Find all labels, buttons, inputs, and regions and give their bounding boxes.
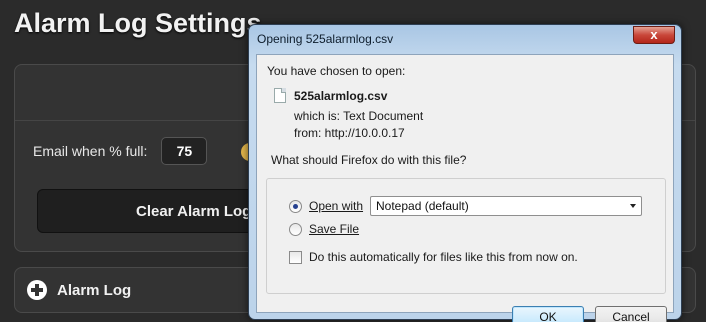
ok-button[interactable]: OK	[512, 306, 584, 322]
file-open-dialog: Opening 525alarmlog.csv x You have chose…	[248, 24, 682, 322]
cancel-button[interactable]: Cancel	[595, 306, 667, 322]
email-threshold-input[interactable]: 75	[161, 137, 208, 165]
dropdown-arrow-icon	[630, 204, 636, 208]
open-with-radio[interactable]	[289, 200, 302, 213]
alarm-log-label: Alarm Log	[57, 281, 132, 299]
save-file-radio[interactable]	[289, 223, 302, 236]
email-threshold-label: Email when % full:	[33, 143, 148, 159]
page-title: Alarm Log Settings	[14, 8, 262, 38]
filename: 525alarmlog.csv	[294, 89, 388, 103]
document-icon	[274, 88, 286, 103]
open-with-label[interactable]: Open with	[309, 199, 363, 213]
expand-plus-icon[interactable]	[27, 280, 47, 300]
open-with-app-value: Notepad (default)	[376, 199, 469, 213]
email-threshold-row: Email when % full: 75	[33, 137, 208, 165]
close-button[interactable]: x	[633, 26, 675, 44]
file-source: from: http://10.0.0.17	[294, 126, 405, 140]
open-with-app-select[interactable]: Notepad (default)	[370, 196, 642, 216]
auto-action-label[interactable]: Do this automatically for files like thi…	[309, 250, 578, 264]
save-file-label[interactable]: Save File	[309, 222, 359, 236]
auto-action-checkbox[interactable]	[289, 251, 302, 264]
dialog-body: You have chosen to open: 525alarmlog.csv…	[256, 54, 674, 322]
chosen-to-open-text: You have chosen to open:	[267, 64, 406, 78]
file-type: which is: Text Document	[294, 109, 424, 123]
dialog-title: Opening 525alarmlog.csv	[257, 32, 394, 46]
action-question: What should Firefox do with this file?	[271, 153, 467, 167]
